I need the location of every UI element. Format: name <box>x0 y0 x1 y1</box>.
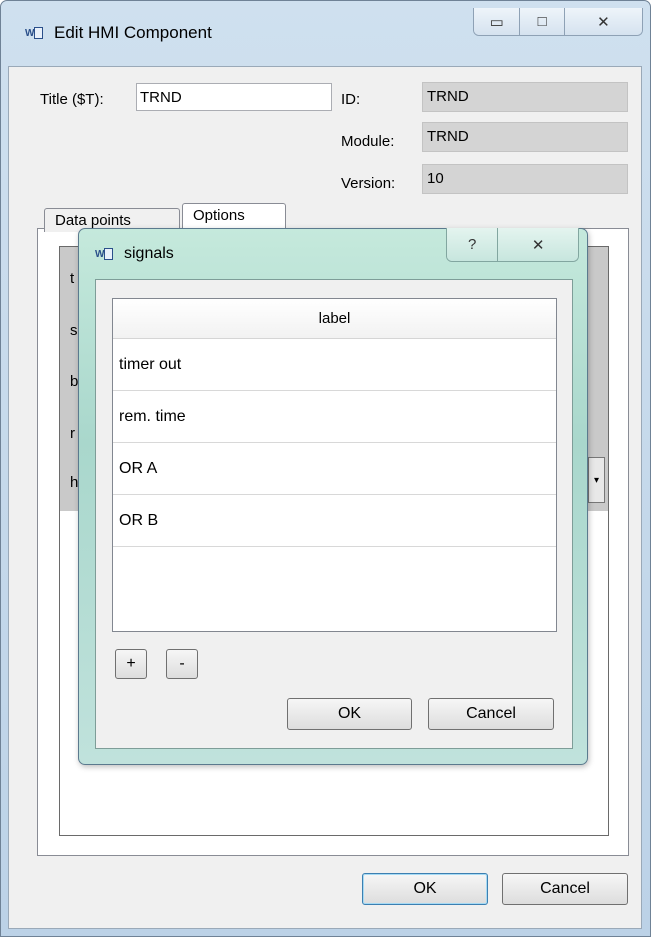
close-icon: ✕ <box>597 13 610 31</box>
help-button[interactable]: ? <box>447 228 499 261</box>
signals-list[interactable]: label timer out rem. time OR A OR B <box>112 298 557 632</box>
maximize-button[interactable]: □ <box>520 8 565 35</box>
title-input[interactable] <box>136 83 332 111</box>
version-field: 10 <box>422 164 628 194</box>
ok-button[interactable]: OK <box>362 873 488 905</box>
plus-icon: + <box>126 655 136 672</box>
dialog-ok-button[interactable]: OK <box>287 698 412 730</box>
row-peek-1: t <box>70 270 75 287</box>
help-icon: ? <box>467 236 477 253</box>
window-title: Edit HMI Component <box>54 23 212 42</box>
column-header-label[interactable]: label <box>113 299 556 339</box>
version-label: Version: <box>341 175 396 192</box>
tab-options[interactable]: Options <box>182 203 286 230</box>
window-caption-buttons: ▭ □ ✕ <box>473 8 643 36</box>
dialog-close-button[interactable]: ✕ <box>498 228 578 261</box>
remove-row-button[interactable]: - <box>166 649 198 679</box>
module-field: TRND <box>422 122 628 152</box>
id-label: ID: <box>341 91 361 108</box>
dialog-app-icon: W <box>95 248 115 262</box>
tab-data-points-label: Data points <box>55 212 131 229</box>
list-item[interactable]: OR A <box>113 443 556 495</box>
close-button[interactable]: ✕ <box>564 8 642 35</box>
cancel-button[interactable]: Cancel <box>502 873 628 905</box>
chevron-down-icon: ▾ <box>593 475 600 486</box>
dialog-caption-buttons: ? ✕ <box>446 228 579 262</box>
dialog-cancel-button[interactable]: Cancel <box>428 698 554 730</box>
app-icon: W <box>25 27 45 41</box>
tab-options-label: Options <box>193 207 245 224</box>
title-label: Title ($T): <box>40 91 104 108</box>
minus-icon: - <box>179 655 185 672</box>
list-item[interactable]: rem. time <box>113 391 556 443</box>
row-peek-4: r <box>70 425 75 442</box>
id-field: TRND <box>422 82 628 112</box>
add-row-button[interactable]: + <box>115 649 147 679</box>
minimize-icon: ▭ <box>489 13 504 31</box>
list-item[interactable]: timer out <box>113 339 556 391</box>
row-peek-2: s <box>70 322 78 339</box>
title-bar[interactable]: W Edit HMI Component ▭ □ ✕ <box>1 1 650 67</box>
row-dropdown-edge[interactable]: ▾ <box>588 457 605 503</box>
dialog-title: signals <box>124 245 174 262</box>
minimize-button[interactable]: ▭ <box>474 8 521 35</box>
maximize-icon: □ <box>537 13 547 30</box>
list-item[interactable]: OR B <box>113 495 556 547</box>
close-icon: ✕ <box>531 236 545 254</box>
module-label: Module: <box>341 133 395 150</box>
